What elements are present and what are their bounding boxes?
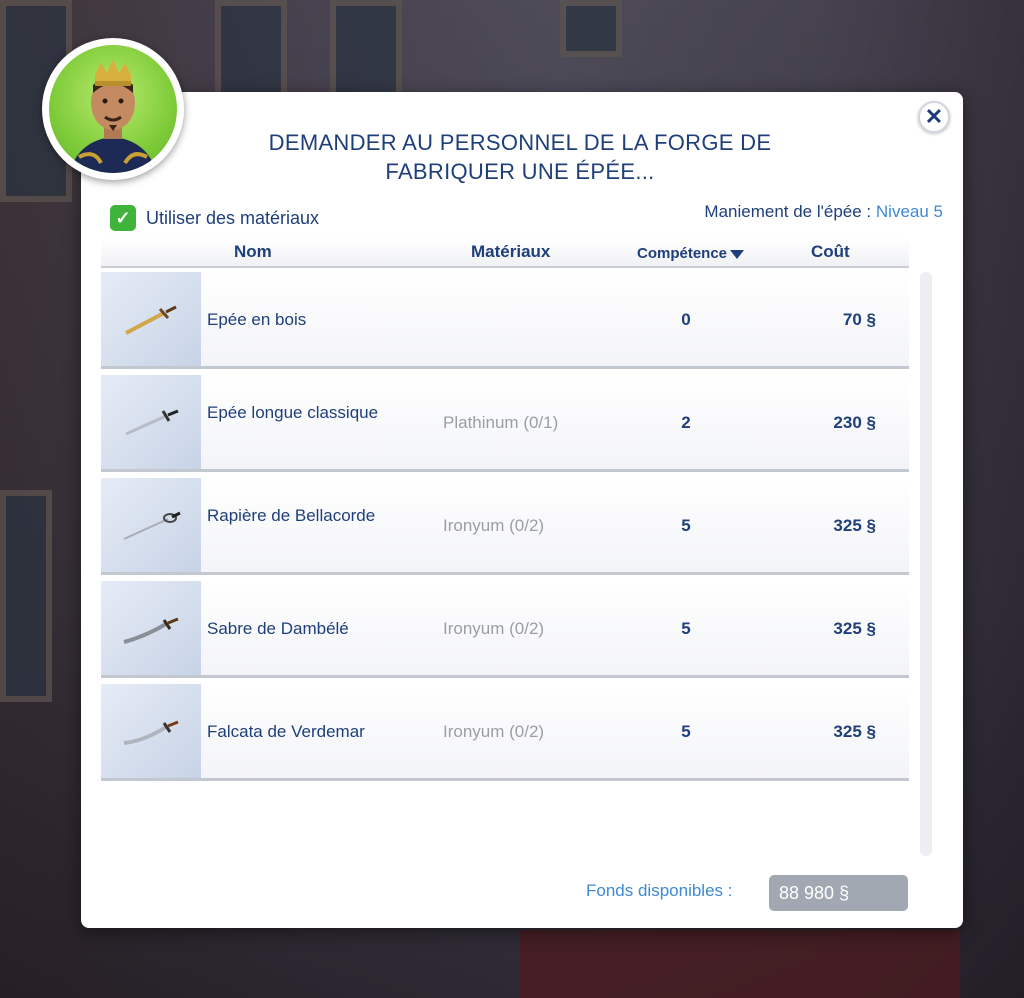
funds-value: 88 980 <box>779 883 835 903</box>
longsword-icon <box>125 409 179 436</box>
item-skill: 5 <box>681 619 691 638</box>
header-name[interactable]: Nom <box>234 242 272 262</box>
item-name: Epée en bois <box>207 310 307 329</box>
item-materials: Ironyum (0/2) <box>443 516 545 535</box>
sword-thumbnail <box>101 581 201 675</box>
cost-value: 70 <box>842 310 862 329</box>
item-materials: Ironyum (0/2) <box>443 619 545 638</box>
simoleon-icon: § <box>866 619 876 638</box>
skill-level-display: Maniement de l'épée : Niveau 5 <box>704 202 943 222</box>
sword-thumbnail <box>101 375 201 469</box>
item-name: Falcata de Verdemar <box>207 722 365 741</box>
item-skill: 5 <box>681 516 691 535</box>
item-skill: 5 <box>681 722 691 741</box>
cost-value: 325 <box>833 619 862 638</box>
dialog-title: Demander au personnel de la forge de fab… <box>268 130 772 184</box>
simoleon-icon: § <box>866 722 876 741</box>
sort-down-icon <box>730 249 745 259</box>
item-cost: 325 § <box>781 619 876 639</box>
item-cost: 325 § <box>781 516 876 536</box>
use-materials-label: Utiliser des matériaux <box>146 207 320 228</box>
cost-value: 325 <box>833 722 862 741</box>
recipe-list: Epée en bois 0 70 § Epée longue classiqu… <box>101 272 909 787</box>
rapier-icon <box>123 511 181 540</box>
table-row[interactable]: Epée en bois 0 70 § <box>101 272 909 369</box>
item-cost: 70 § <box>781 310 876 330</box>
checkmark-icon[interactable]: ✓ <box>110 205 136 231</box>
falcata-icon <box>123 720 179 745</box>
close-icon: ✕ <box>924 104 944 129</box>
simoleon-icon: § <box>866 413 876 432</box>
simoleon-icon: § <box>839 883 850 903</box>
background-window <box>560 0 622 57</box>
header-skill[interactable]: Compétence <box>637 245 745 262</box>
sabre-icon <box>123 617 179 644</box>
table-row[interactable]: Rapière de Bellacorde Ironyum (0/2) 5 32… <box>101 478 909 575</box>
skill-label: Maniement de l'épée : <box>704 202 872 221</box>
simoleon-icon: § <box>866 310 876 329</box>
header-cost[interactable]: Coût <box>811 242 850 262</box>
list-scrollbar[interactable] <box>920 272 932 856</box>
sim-avatar <box>42 38 184 180</box>
item-skill: 2 <box>681 413 691 432</box>
cost-value: 230 <box>833 413 862 432</box>
header-skill-label: Compétence <box>637 245 728 262</box>
skill-value: Niveau 5 <box>875 202 943 221</box>
background-door <box>0 490 52 702</box>
close-button[interactable]: ✕ <box>918 101 950 133</box>
simoleon-icon: § <box>866 516 876 535</box>
item-cost: 325 § <box>781 722 876 742</box>
use-materials-toggle[interactable]: ✓ Utiliser des matériaux <box>110 205 319 231</box>
item-materials: Plathinum (0/1) <box>443 413 559 432</box>
background-window <box>330 0 402 102</box>
item-skill: 0 <box>681 310 691 329</box>
sim-portrait-icon <box>69 59 157 173</box>
table-row[interactable]: Epée longue classique Plathinum (0/1) 2 … <box>101 375 909 472</box>
sword-thumbnail <box>101 272 201 366</box>
cost-value: 325 <box>833 516 862 535</box>
sword-thumbnail <box>101 684 201 778</box>
item-name: Epée longue classique <box>207 403 379 422</box>
table-header: Nom Matériaux Compétence Coût <box>101 238 909 268</box>
funds-display: 88 980 § <box>769 875 908 911</box>
table-row[interactable]: Falcata de Verdemar Ironyum (0/2) 5 325 … <box>101 684 909 781</box>
background-carpet <box>520 930 960 998</box>
background-window <box>215 0 287 102</box>
header-materials[interactable]: Matériaux <box>471 242 550 262</box>
item-name: Rapière de Bellacorde <box>207 506 376 525</box>
item-name: Sabre de Dambélé <box>207 619 349 638</box>
item-materials: Ironyum (0/2) <box>443 722 545 741</box>
table-row[interactable]: Sabre de Dambélé Ironyum (0/2) 5 325 § <box>101 581 909 678</box>
wooden-sword-icon <box>125 305 177 335</box>
item-cost: 230 § <box>781 413 876 433</box>
sword-thumbnail <box>101 478 201 572</box>
funds-label: Fonds disponibles : <box>586 881 733 900</box>
